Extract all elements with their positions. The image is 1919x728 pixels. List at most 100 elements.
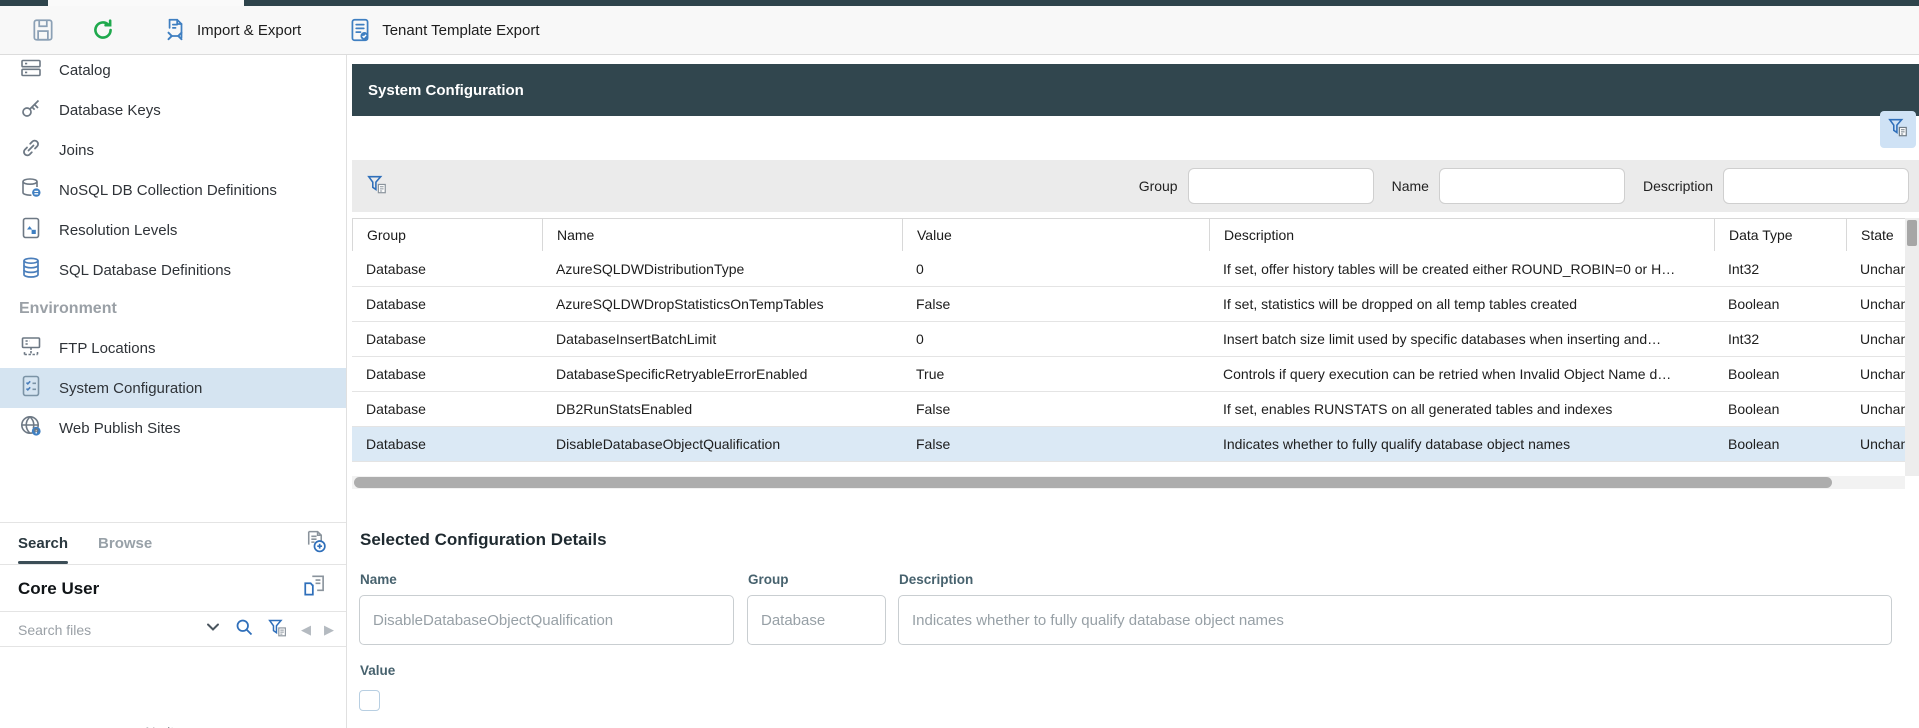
table-row[interactable]: Database DatabaseInsertBatchLimit 0 Inse… — [352, 321, 1905, 356]
catalog-icon — [19, 56, 43, 84]
resolution-levels-icon — [19, 216, 43, 244]
cell-group: Database — [352, 392, 542, 426]
cell-group: Database — [352, 357, 542, 391]
details-group-label: Group — [748, 572, 789, 587]
cell-name: DB2RunStatsEnabled — [542, 392, 902, 426]
sidebar-item-nosql-db-collection-definitions[interactable]: NoSQL DB Collection Definitions — [0, 170, 346, 210]
filter-document-icon[interactable] — [366, 173, 388, 200]
key-icon — [19, 96, 43, 124]
table-row[interactable]: Database DisableDatabaseObjectQualificat… — [352, 426, 1905, 461]
cell-state: Unchanged — [1846, 322, 1905, 356]
sidebar: Catalog Database Keys Joins — [0, 55, 347, 728]
details-group-field[interactable]: Database — [747, 595, 886, 645]
sidebar-item-label: NoSQL DB Collection Definitions — [59, 182, 277, 199]
cell-state: Unchanged — [1846, 392, 1905, 426]
sidebar-item-joins[interactable]: Joins — [0, 130, 346, 170]
configuration-table: Group Name Value Description Data Type S… — [352, 218, 1905, 476]
tab-search[interactable]: Search — [18, 523, 68, 564]
core-user-row: Core User — [0, 566, 346, 612]
table-row[interactable]: Database AzureSQLDWDropStatisticsOnTempT… — [352, 286, 1905, 321]
sidebar-tabs: Search Browse — [0, 523, 346, 565]
column-header-name[interactable]: Name — [543, 219, 903, 251]
filter-document-icon — [1887, 116, 1909, 143]
search-files-row: ◀ ▶ — [0, 613, 346, 647]
sidebar-item-resolution-levels[interactable]: Resolution Levels — [0, 210, 346, 250]
cell-state: Unchanged — [1846, 427, 1905, 461]
horizontal-scrollbar[interactable] — [352, 476, 1905, 489]
details-name-field[interactable]: DisableDatabaseObjectQualification — [359, 595, 734, 645]
folder-document-icon[interactable] — [302, 573, 328, 604]
sidebar-item-label: Database Keys — [59, 102, 161, 119]
previous-arrow-icon[interactable]: ◀ — [301, 623, 311, 636]
details-description-label: Description — [899, 572, 973, 587]
column-header-state[interactable]: State — [1847, 219, 1905, 251]
sidebar-item-label: SQL Database Definitions — [59, 262, 231, 279]
next-arrow-icon[interactable]: ▶ — [324, 623, 334, 636]
search-input[interactable] — [18, 622, 192, 638]
tenant-template-export-label: Tenant Template Export — [382, 22, 539, 39]
filter-group-input[interactable] — [1188, 168, 1374, 204]
table-row[interactable]: Database AzureSQLDWDistributionType 0 If… — [352, 251, 1905, 286]
cell-state: Unchanged — [1846, 357, 1905, 391]
sidebar-item-system-configuration[interactable]: System Configuration — [0, 368, 346, 408]
cell-value: 0 — [902, 251, 1209, 286]
sidebar-item-catalog[interactable]: Catalog — [0, 55, 346, 90]
import-export-button[interactable]: Import & Export — [152, 11, 311, 49]
vertical-scrollbar[interactable] — [1905, 218, 1919, 476]
details-value-checkbox[interactable] — [359, 690, 380, 711]
page-title: System Configuration — [368, 82, 524, 99]
table-row[interactable]: Database DatabaseSpecificRetryableErrorE… — [352, 356, 1905, 391]
sidebar-item-label: Joins — [59, 142, 94, 159]
tenant-template-export-button[interactable]: Tenant Template Export — [337, 11, 549, 49]
filter-group-label: Group — [1139, 178, 1178, 194]
cell-group: Database — [352, 322, 542, 356]
vertical-scrollbar-thumb[interactable] — [1907, 220, 1917, 246]
sidebar-item-web-publish-sites[interactable]: Web Publish Sites — [0, 408, 346, 448]
system-configuration-icon — [19, 374, 43, 402]
table-body: Database AzureSQLDWDistributionType 0 If… — [352, 251, 1905, 461]
sidebar-item-ftp-locations[interactable]: FTP Locations — [0, 328, 346, 368]
environment-section-header: Environment — [0, 290, 346, 328]
column-header-data-type[interactable]: Data Type — [1715, 219, 1847, 251]
import-export-icon — [162, 17, 188, 43]
sidebar-item-label: Catalog — [59, 62, 111, 79]
chevron-down-icon[interactable] — [205, 619, 221, 640]
column-header-group[interactable]: Group — [353, 219, 543, 251]
joins-icon — [19, 136, 43, 164]
cell-data-type: Boolean — [1714, 427, 1846, 461]
filter-name-input[interactable] — [1439, 168, 1625, 204]
sql-database-icon — [19, 256, 43, 284]
details-description-field[interactable]: Indicates whether to fully qualify datab… — [898, 595, 1892, 645]
ftp-icon — [19, 334, 43, 362]
import-export-label: Import & Export — [197, 22, 301, 39]
cell-state: Unchanged — [1846, 287, 1905, 321]
partially-visible-row — [352, 461, 1905, 472]
add-document-icon[interactable] — [303, 529, 328, 559]
web-publish-icon — [19, 414, 43, 442]
details-heading: Selected Configuration Details — [360, 530, 607, 550]
horizontal-scrollbar-thumb[interactable] — [354, 477, 1832, 488]
sidebar-item-database-keys[interactable]: Database Keys — [0, 90, 346, 130]
core-user-label: Core User — [18, 579, 99, 599]
sidebar-item-sql-database-definitions[interactable]: SQL Database Definitions — [0, 250, 346, 290]
search-icon[interactable] — [234, 617, 254, 642]
cell-name: DatabaseSpecificRetryableErrorEnabled — [542, 357, 902, 391]
sidebar-item-label: Web Publish Sites — [59, 420, 180, 437]
no-items-message: No items — [0, 724, 346, 728]
save-button[interactable] — [20, 11, 66, 49]
filter-toggle-button[interactable] — [1880, 111, 1916, 148]
tab-browse[interactable]: Browse — [98, 523, 152, 564]
table-filter-row: Group Name Description — [352, 160, 1919, 212]
filter-document-icon[interactable] — [267, 617, 288, 643]
filter-description-input[interactable] — [1723, 168, 1909, 204]
column-header-description[interactable]: Description — [1210, 219, 1715, 251]
cell-value: 0 — [902, 322, 1209, 356]
refresh-button[interactable] — [80, 11, 126, 49]
table-row[interactable]: Database DB2RunStatsEnabled False If set… — [352, 391, 1905, 426]
column-header-value[interactable]: Value — [903, 219, 1210, 251]
save-icon — [30, 17, 56, 43]
sidebar-item-label: System Configuration — [59, 380, 202, 397]
cell-data-type: Boolean — [1714, 392, 1846, 426]
details-value-label: Value — [360, 663, 395, 678]
cell-description: If set, offer history tables will be cre… — [1209, 251, 1714, 286]
